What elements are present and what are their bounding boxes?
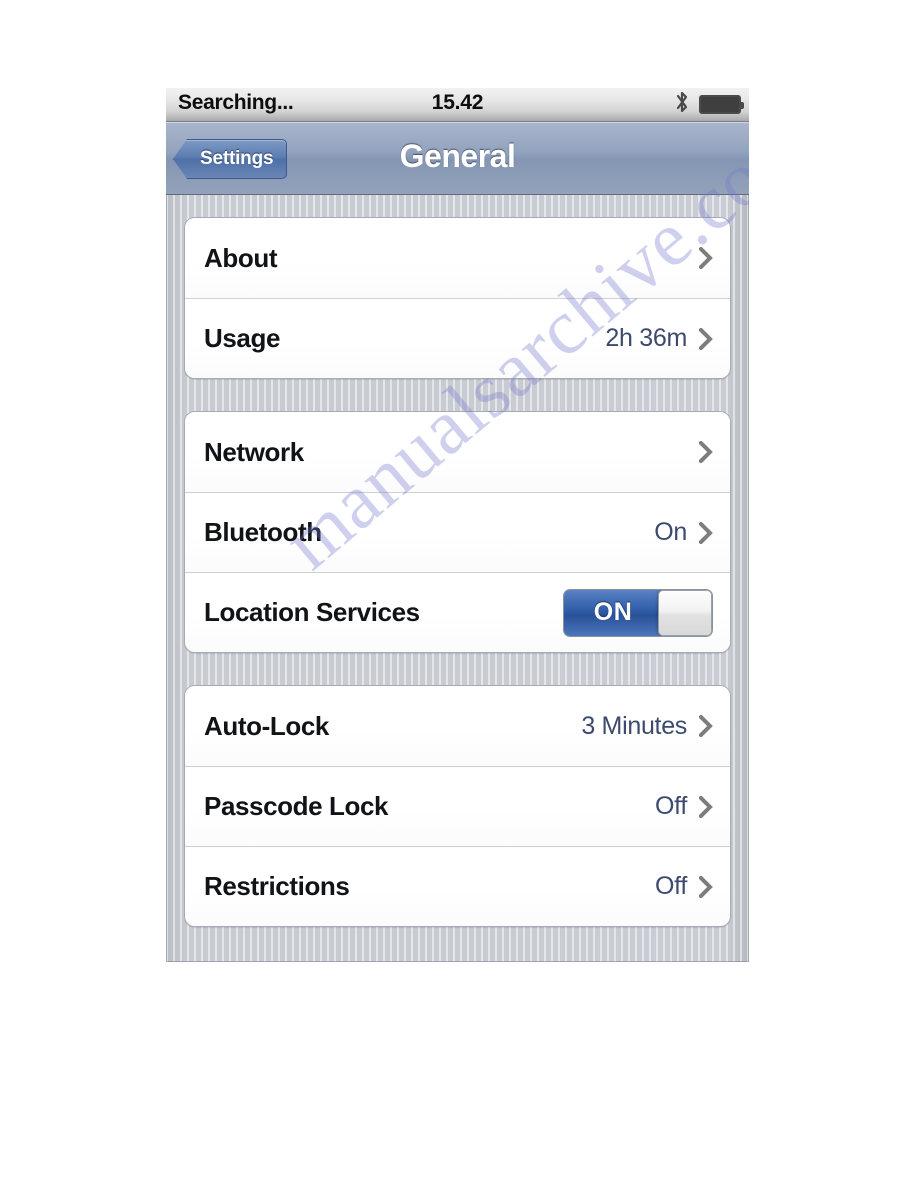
chevron-right-icon	[699, 715, 713, 737]
phone-screen: Searching... 15.42 Settings General Abou…	[166, 88, 749, 962]
toggle-knob[interactable]	[658, 589, 712, 636]
row-label: Location Services	[204, 597, 420, 627]
chevron-right-icon	[699, 875, 713, 898]
row-label: About	[204, 242, 278, 273]
row-location-services[interactable]: Location Services ON	[185, 572, 730, 652]
settings-group-1: About Usage 2h 36m	[184, 217, 731, 379]
row-restrictions[interactable]: Restrictions Off	[185, 846, 730, 926]
row-value: On	[654, 518, 687, 546]
row-value: 3 Minutes	[581, 711, 687, 740]
row-value: 2h 36m	[605, 324, 687, 352]
settings-list: About Usage 2h 36m Network Bluetooth On …	[166, 195, 749, 927]
navigation-bar: Settings General	[166, 122, 749, 195]
chevron-right-icon	[699, 441, 713, 463]
chevron-right-icon	[699, 795, 713, 818]
chevron-right-icon	[699, 521, 713, 544]
settings-group-3: Auto-Lock 3 Minutes Passcode Lock Off Re…	[184, 685, 731, 927]
status-bar-indicators	[674, 88, 744, 121]
location-services-toggle[interactable]: ON	[563, 588, 713, 637]
status-bar: Searching... 15.42	[166, 88, 749, 122]
toggle-state-label: ON	[593, 598, 633, 626]
battery-icon	[699, 95, 744, 114]
bluetooth-icon	[674, 90, 690, 119]
row-passcode-lock[interactable]: Passcode Lock Off	[185, 766, 730, 846]
row-auto-lock[interactable]: Auto-Lock 3 Minutes	[185, 686, 730, 766]
row-label: Auto-Lock	[204, 710, 329, 741]
row-label: Usage	[204, 323, 281, 353]
row-label: Restrictions	[204, 871, 350, 901]
row-usage[interactable]: Usage 2h 36m	[185, 298, 730, 378]
row-about[interactable]: About	[185, 218, 730, 298]
row-network[interactable]: Network	[185, 412, 730, 492]
chevron-right-icon	[699, 247, 713, 269]
row-label: Passcode Lock	[204, 791, 389, 821]
chevron-right-icon	[699, 327, 713, 350]
row-label: Bluetooth	[204, 517, 322, 547]
clock-label: 15.42	[431, 91, 484, 114]
row-bluetooth[interactable]: Bluetooth On	[185, 492, 730, 572]
page-title: General	[399, 138, 516, 174]
row-value: Off	[655, 872, 687, 900]
settings-group-2: Network Bluetooth On Location Services O…	[184, 411, 731, 653]
row-label: Network	[204, 436, 304, 467]
toggle-on-track: ON	[564, 589, 662, 636]
row-value: Off	[655, 792, 687, 820]
